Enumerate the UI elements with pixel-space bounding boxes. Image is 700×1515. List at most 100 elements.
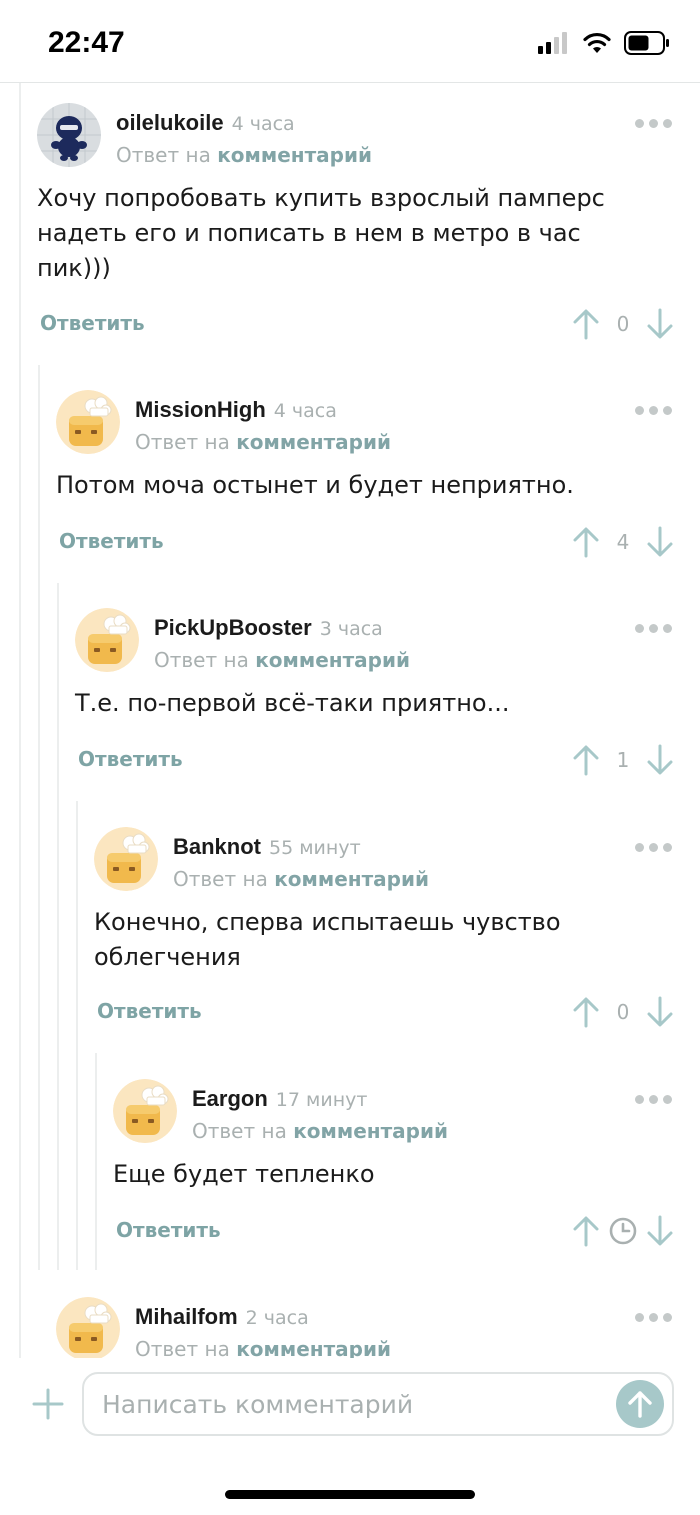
comment-eargon: Eargon 17 минут Ответ на комментарий Еще … xyxy=(113,1079,700,1251)
comment-time: 3 часа xyxy=(319,618,383,640)
ninja-figurine-photo xyxy=(37,103,101,167)
reply-to-link[interactable]: комментарий xyxy=(236,1337,391,1358)
reply-to-link[interactable]: комментарий xyxy=(274,867,429,891)
comment-author[interactable]: Mihailfom 2 часа xyxy=(135,1304,309,1330)
status-bar: 22:47 xyxy=(0,0,700,82)
reply-button[interactable]: Ответить xyxy=(116,1218,221,1242)
author-name[interactable]: Mihailfom xyxy=(135,1304,238,1329)
status-time: 22:47 xyxy=(48,26,125,59)
comment-author[interactable]: Banknot 55 минут xyxy=(173,834,361,860)
default-toast-avatar xyxy=(113,1079,177,1143)
comment-banknot: Banknot 55 минут Ответ на комментарий Кон… xyxy=(94,827,700,1033)
reply-button[interactable]: Ответить xyxy=(78,747,183,771)
thread-line xyxy=(19,83,21,1358)
send-button[interactable] xyxy=(616,1380,664,1428)
author-name[interactable]: Eargon xyxy=(192,1086,268,1111)
reply-to-link[interactable]: комментарий xyxy=(293,1119,448,1143)
plus-icon[interactable] xyxy=(32,1388,64,1420)
downvote-icon[interactable] xyxy=(646,526,674,558)
wifi-icon xyxy=(583,32,611,53)
comment-text: Потом моча остынет и будет неприятно. xyxy=(56,471,574,499)
upvote-icon[interactable] xyxy=(572,744,600,776)
reply-to-link[interactable]: комментарий xyxy=(217,143,372,167)
avatar[interactable] xyxy=(37,103,101,167)
comment-author[interactable]: PickUpBooster 3 часа xyxy=(154,615,383,641)
more-options-icon[interactable] xyxy=(635,1313,672,1322)
vote-controls xyxy=(572,1213,674,1249)
default-toast-avatar xyxy=(56,1297,120,1358)
comment-oilelukoile: oilelukoile 4 часа Ответ на комментарий Х… xyxy=(37,103,700,343)
comment-author[interactable]: oilelukoile 4 часа xyxy=(116,110,295,136)
vote-controls: 1 xyxy=(572,742,674,778)
comment-text: Конечно, сперва испытаешь чувство облегч… xyxy=(94,908,561,971)
vote-count: 1 xyxy=(616,748,630,772)
comment-time: 2 часа xyxy=(245,1307,309,1329)
author-name[interactable]: oilelukoile xyxy=(116,110,224,135)
avatar[interactable] xyxy=(75,608,139,672)
default-toast-avatar xyxy=(94,827,158,891)
comment-time: 4 часа xyxy=(273,400,337,422)
status-icons xyxy=(538,30,670,56)
home-indicator[interactable] xyxy=(225,1490,475,1499)
downvote-icon[interactable] xyxy=(646,744,674,776)
reply-to: Ответ на комментарий xyxy=(154,648,410,672)
vote-controls: 0 xyxy=(572,306,674,342)
vote-count: 0 xyxy=(616,312,630,336)
reply-button[interactable]: Ответить xyxy=(97,999,202,1023)
more-options-icon[interactable] xyxy=(635,843,672,852)
vote-pending xyxy=(600,1216,646,1246)
reply-to: Ответ на комментарий xyxy=(192,1119,448,1143)
vote-count: 4 xyxy=(616,530,630,554)
reply-to-prefix: Ответ на xyxy=(135,1337,230,1358)
reply-to-prefix: Ответ на xyxy=(154,648,249,672)
reply-to: Ответ на комментарий xyxy=(135,430,391,454)
reply-to: Ответ на комментарий xyxy=(173,867,429,891)
reply-to-link[interactable]: комментарий xyxy=(236,430,391,454)
vote-controls: 0 xyxy=(572,994,674,1030)
more-options-icon[interactable] xyxy=(635,119,672,128)
more-options-icon[interactable] xyxy=(635,1095,672,1104)
reply-button[interactable]: Ответить xyxy=(59,529,164,553)
vote-count: 0 xyxy=(616,1000,630,1024)
comment-text: Еще будет тепленко xyxy=(113,1160,375,1188)
comment-time: 17 минут xyxy=(275,1089,368,1111)
comment-composer xyxy=(0,1358,700,1515)
downvote-icon[interactable] xyxy=(646,996,674,1028)
downvote-icon[interactable] xyxy=(646,308,674,340)
thread-line xyxy=(57,583,59,1270)
comment-thread[interactable]: oilelukoile 4 часа Ответ на комментарий Х… xyxy=(0,83,700,1358)
reply-to-link[interactable]: комментарий xyxy=(255,648,410,672)
reply-button[interactable]: Ответить xyxy=(40,311,145,335)
more-options-icon[interactable] xyxy=(635,406,672,415)
comment-author[interactable]: Eargon 17 минут xyxy=(192,1086,367,1112)
comment-text: Т.е. по-первой всё-таки приятно... xyxy=(75,689,510,717)
reply-to-prefix: Ответ на xyxy=(192,1119,287,1143)
comment-input-box[interactable] xyxy=(82,1372,674,1436)
comment-input[interactable] xyxy=(102,1382,602,1426)
thread-line xyxy=(76,801,78,1270)
comment-missionhigh: MissionHigh 4 часа Ответ на комментарий П… xyxy=(56,390,700,562)
more-options-icon[interactable] xyxy=(635,624,672,633)
avatar[interactable] xyxy=(113,1079,177,1143)
comment-author[interactable]: MissionHigh 4 часа xyxy=(135,397,337,423)
author-name[interactable]: PickUpBooster xyxy=(154,615,312,640)
comment-time: 55 минут xyxy=(269,837,361,859)
upvote-icon[interactable] xyxy=(572,308,600,340)
avatar[interactable] xyxy=(56,390,120,454)
avatar[interactable] xyxy=(94,827,158,891)
author-name[interactable]: Banknot xyxy=(173,834,261,859)
arrow-up-icon xyxy=(628,1391,652,1418)
upvote-icon[interactable] xyxy=(572,996,600,1028)
reply-to: Ответ на комментарий xyxy=(116,143,372,167)
author-name[interactable]: MissionHigh xyxy=(135,397,266,422)
vote-controls: 4 xyxy=(572,524,674,560)
reply-to-prefix: Ответ на xyxy=(173,867,268,891)
avatar[interactable] xyxy=(56,1297,120,1358)
upvote-icon[interactable] xyxy=(572,526,600,558)
upvote-icon[interactable] xyxy=(572,1215,600,1247)
default-toast-avatar xyxy=(56,390,120,454)
signal-icon xyxy=(538,32,567,54)
downvote-icon[interactable] xyxy=(646,1215,674,1247)
clock-icon xyxy=(609,1217,637,1245)
comment-text: Хочу попробовать купить взрослый памперс… xyxy=(37,184,605,282)
